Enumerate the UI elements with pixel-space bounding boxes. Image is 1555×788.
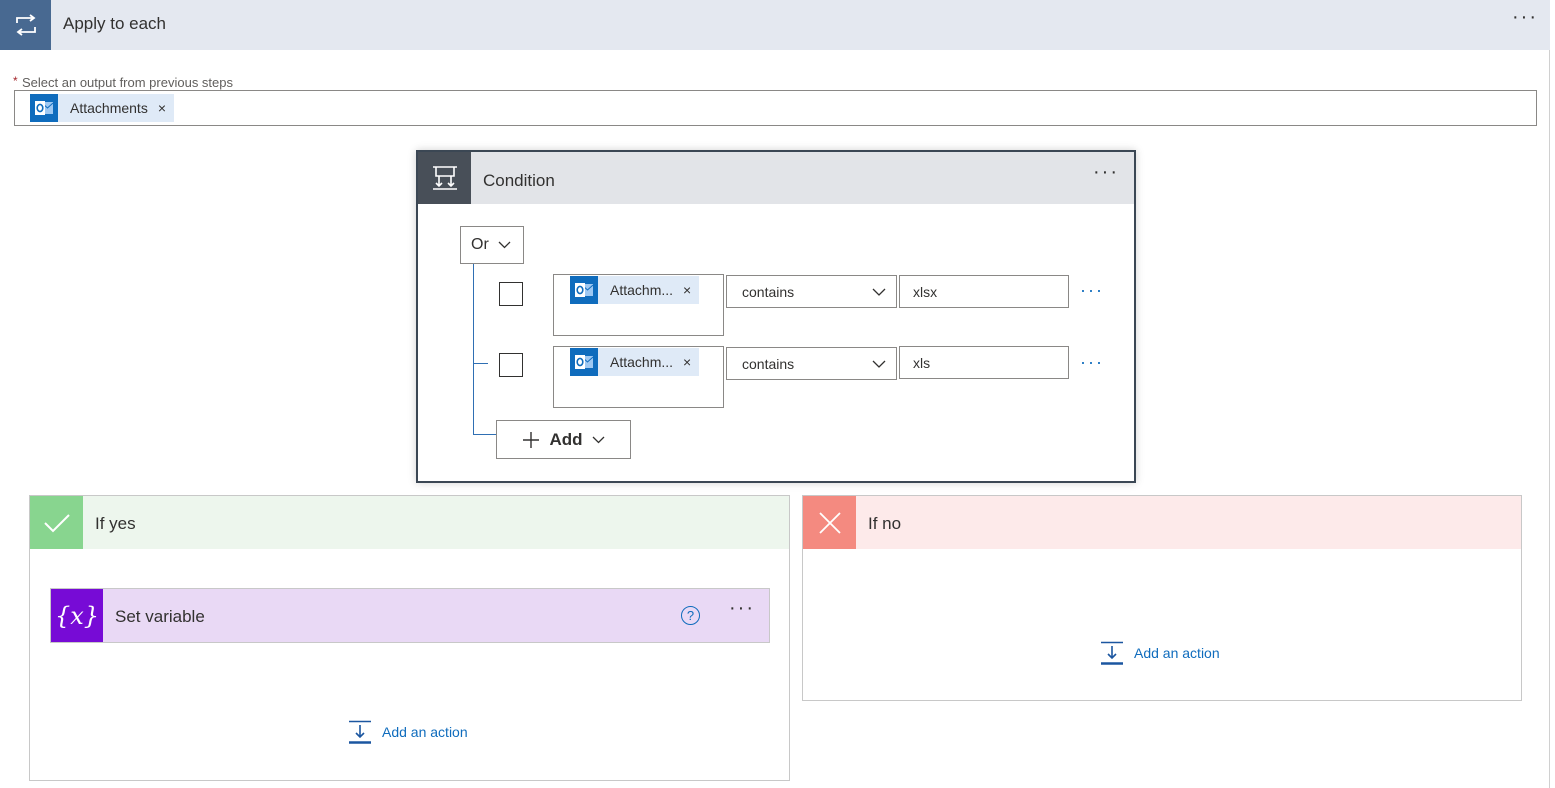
operator-value: contains bbox=[742, 355, 795, 372]
required-marker: * bbox=[13, 74, 18, 88]
token-label: Attachments bbox=[70, 100, 148, 116]
apply-to-each-more-button[interactable]: ··· bbox=[1512, 7, 1538, 27]
add-condition-button[interactable]: Add bbox=[496, 420, 631, 459]
add-an-action-button[interactable]: Add an action bbox=[348, 720, 468, 744]
token-remove-button[interactable]: × bbox=[683, 354, 699, 370]
group-operator-value: Or bbox=[471, 236, 489, 253]
row-checkbox[interactable] bbox=[499, 282, 523, 306]
attachments-token[interactable]: Attachments × bbox=[30, 94, 175, 122]
chevron-down-icon bbox=[498, 241, 511, 249]
row-more-button[interactable]: ··· bbox=[1080, 280, 1104, 301]
outlook-icon bbox=[570, 348, 598, 376]
add-action-icon bbox=[1101, 641, 1123, 665]
condition-tree-branch bbox=[473, 434, 496, 435]
checkmark-icon bbox=[30, 496, 83, 549]
help-icon[interactable]: ? bbox=[681, 606, 700, 625]
if-yes-header[interactable] bbox=[30, 496, 789, 549]
plus-icon bbox=[523, 431, 540, 448]
attachments-token[interactable]: Attachm... × bbox=[570, 348, 700, 376]
token-remove-button[interactable]: × bbox=[683, 282, 699, 298]
condition-tree-line bbox=[473, 264, 474, 434]
chevron-down-icon bbox=[872, 288, 886, 296]
variable-icon: {x} bbox=[51, 589, 103, 642]
operator-value: contains bbox=[742, 283, 795, 300]
attachments-token[interactable]: Attachm... × bbox=[570, 276, 700, 304]
if-no-title: If no bbox=[868, 514, 902, 533]
outlook-icon bbox=[570, 276, 598, 304]
set-variable-more-button[interactable]: ··· bbox=[729, 598, 755, 618]
chevron-down-icon bbox=[592, 436, 604, 443]
condition-title: Condition bbox=[483, 171, 555, 190]
token-remove-button[interactable]: × bbox=[158, 100, 174, 116]
row-checkbox[interactable] bbox=[499, 353, 523, 377]
if-no-header[interactable] bbox=[803, 496, 1521, 549]
condition-value-input[interactable]: xlsx bbox=[899, 275, 1069, 308]
outlook-icon bbox=[30, 94, 58, 122]
condition-icon bbox=[418, 152, 471, 204]
token-label: Attachm... bbox=[610, 354, 674, 370]
if-yes-title: If yes bbox=[95, 514, 136, 533]
select-output-input[interactable] bbox=[14, 90, 1537, 126]
condition-tree-branch bbox=[473, 363, 488, 364]
chevron-down-icon bbox=[872, 360, 886, 368]
loop-icon bbox=[0, 0, 51, 50]
add-button-label: Add bbox=[549, 429, 583, 449]
token-label: Attachm... bbox=[610, 282, 674, 298]
add-action-label: Add an action bbox=[382, 724, 468, 740]
apply-to-each-header[interactable] bbox=[0, 0, 1550, 50]
set-variable-title: Set variable bbox=[115, 607, 205, 626]
add-action-label: Add an action bbox=[1134, 645, 1220, 661]
add-an-action-button[interactable]: Add an action bbox=[1100, 641, 1220, 665]
group-operator-select[interactable]: Or bbox=[460, 226, 524, 264]
scope-border bbox=[1549, 50, 1550, 788]
condition-operator-select[interactable]: contains bbox=[726, 275, 897, 308]
condition-operator-select[interactable]: contains bbox=[726, 347, 897, 380]
add-action-icon bbox=[349, 720, 371, 744]
close-icon bbox=[803, 496, 856, 549]
condition-more-button[interactable]: ··· bbox=[1093, 162, 1119, 182]
condition-value-input[interactable]: xls bbox=[899, 346, 1069, 379]
row-more-button[interactable]: ··· bbox=[1080, 352, 1104, 373]
select-output-label: Select an output from previous steps bbox=[22, 75, 234, 90]
apply-to-each-title: Apply to each bbox=[63, 14, 167, 33]
